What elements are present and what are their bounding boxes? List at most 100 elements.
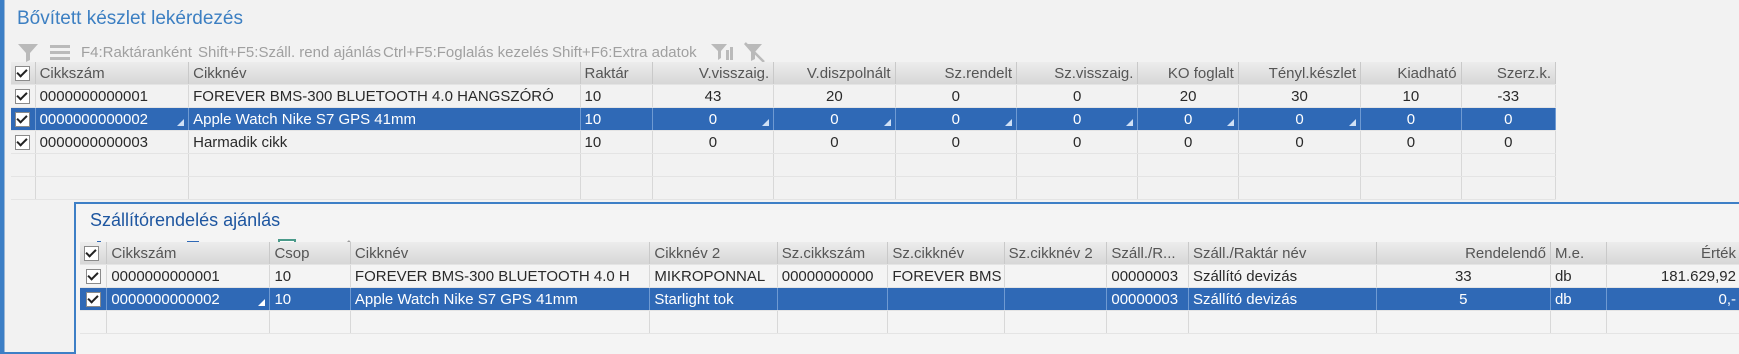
col-v-confirmed[interactable]: V.visszaig. — [652, 62, 775, 85]
cell-supplier-code: 00000003 — [1106, 287, 1189, 311]
stock-grid: Cikkszám Cikknév Raktár V.visszaig. V.di… — [11, 62, 1557, 200]
cell-supplier-name: Szállító devizás — [1188, 264, 1377, 288]
cell-value: 20 — [773, 84, 896, 108]
cell-supplier-item-name — [887, 287, 1005, 311]
cell-item-code: 0000000000003 — [35, 130, 190, 154]
cell-value: 30 — [1238, 84, 1362, 108]
col-group[interactable]: Csop — [269, 242, 351, 265]
col-unit[interactable]: M.e. — [1550, 242, 1607, 265]
col-ko-reserved[interactable]: KO foglalt — [1137, 62, 1239, 85]
cell-supplier-code: 00000003 — [1106, 264, 1189, 288]
cell-value: 0 — [773, 130, 896, 154]
cell-value: 0 — [1360, 130, 1462, 154]
table-row-selected[interactable]: 0000000000002 10 Apple Watch Nike S7 GPS… — [80, 287, 1739, 311]
cell-group: 10 — [269, 287, 351, 311]
cell-supplier-item-code — [777, 287, 889, 311]
cell-value: 0 — [1360, 107, 1462, 131]
row-checkbox[interactable] — [80, 264, 108, 288]
cell-to-order[interactable]: 5 — [1376, 287, 1551, 311]
col-supplier-item-name-2[interactable]: Sz.cikknév 2 — [1004, 242, 1108, 265]
row-checkbox[interactable] — [11, 107, 36, 131]
select-all-checkbox[interactable] — [11, 62, 36, 85]
row-checkbox[interactable] — [11, 84, 36, 108]
cell-group: 10 — [269, 264, 351, 288]
cell-item-name: Apple Watch Nike S7 GPS 41mm — [188, 107, 581, 131]
suggestion-grid: Cikkszám Csop Cikknév Cikknév 2 Sz.cikks… — [80, 242, 1739, 334]
reservation-handling-button[interactable]: Ctrl+F5:Foglalás kezelés — [383, 44, 548, 61]
cell-value: 10 — [1360, 84, 1462, 108]
dropdown-indicator-icon — [177, 119, 185, 126]
cell-value: 0 — [1016, 130, 1139, 154]
supplier-order-suggestion-button[interactable]: Shift+F5:Száll. rend ajánlás — [198, 44, 381, 61]
cell-value: 0 — [1137, 107, 1239, 131]
dropdown-indicator-icon — [1126, 119, 1134, 126]
table-row-selected[interactable]: 0000000000002 Apple Watch Nike S7 GPS 41… — [11, 107, 1557, 131]
cell-value: 0 — [895, 84, 1018, 108]
dropdown-indicator-icon — [1226, 119, 1234, 126]
cell-supplier-name: Szállító devizás — [1188, 287, 1377, 311]
dropdown-indicator-icon — [1005, 119, 1013, 126]
col-item-code[interactable]: Cikkszám — [35, 62, 190, 85]
dialog-title: Szállítórendelés ajánlás — [90, 210, 281, 230]
col-supplier-name[interactable]: Száll./Raktár név — [1188, 242, 1377, 265]
col-supplier-item-code[interactable]: Sz.cikkszám — [777, 242, 889, 265]
per-warehouse-button[interactable]: F4:Raktáranként — [81, 44, 192, 61]
cell-unit: db — [1550, 287, 1607, 311]
cell-value: 0 — [1238, 107, 1362, 131]
table-row[interactable]: 0000000000001 10 FOREVER BMS-300 BLUETOO… — [80, 264, 1739, 288]
supplier-order-dialog: Szállítórendelés ajánlás Cikkszám Csop C… — [74, 202, 1739, 354]
col-supplier-code[interactable]: Száll./R... — [1106, 242, 1189, 265]
list-icon[interactable] — [47, 40, 73, 64]
window-title: Bővített készlet lekérdezés — [17, 8, 243, 29]
cell-value: 0 — [1016, 107, 1139, 131]
col-contract[interactable]: Szerz.k. — [1461, 62, 1557, 85]
col-item-name[interactable]: Cikknév — [188, 62, 581, 85]
filter-clear-icon[interactable] — [741, 40, 767, 64]
dropdown-indicator-icon — [1349, 119, 1357, 126]
empty-row — [80, 310, 1739, 334]
col-available[interactable]: Kiadható — [1360, 62, 1462, 85]
col-warehouse[interactable]: Raktár — [580, 62, 653, 85]
cell-value: 0 — [895, 130, 1018, 154]
cell-item-name: FOREVER BMS-300 BLUETOOTH 4.0 H — [350, 264, 651, 288]
cell-supplier-item-code: 00000000000 — [777, 264, 889, 288]
cell-warehouse: 10 — [580, 130, 653, 154]
col-supplier-item-name[interactable]: Sz.cikknév — [887, 242, 1005, 265]
extra-data-button[interactable]: Shift+F6:Extra adatok — [552, 44, 697, 61]
cell-value: 0 — [1461, 107, 1557, 131]
col-value[interactable]: Érték — [1606, 242, 1739, 265]
cell-value: 0,- — [1606, 287, 1739, 311]
cell-item-code[interactable]: 0000000000002 — [35, 107, 190, 131]
cell-item-name: Apple Watch Nike S7 GPS 41mm — [350, 287, 651, 311]
col-to-order[interactable]: Rendelendő — [1376, 242, 1551, 265]
col-v-dispatched[interactable]: V.diszpolnált — [773, 62, 896, 85]
empty-row — [11, 176, 1557, 200]
cell-value: 0 — [1016, 84, 1139, 108]
cell-supplier-item-name: FOREVER BMS — [887, 264, 1005, 288]
col-item-code[interactable]: Cikkszám — [106, 242, 271, 265]
filter-bars-icon[interactable] — [709, 40, 735, 64]
row-checkbox[interactable] — [11, 130, 36, 154]
table-row[interactable]: 0000000000003 Harmadik cikk 10 0 0 0 0 0… — [11, 130, 1557, 154]
cell-value: 181.629,92 — [1606, 264, 1739, 288]
col-sz-ordered[interactable]: Sz.rendelt — [895, 62, 1018, 85]
col-sz-confirmed[interactable]: Sz.visszaig. — [1016, 62, 1139, 85]
cell-value: 0 — [1137, 130, 1239, 154]
cell-to-order[interactable]: 33 — [1376, 264, 1551, 288]
cell-item-code[interactable]: 0000000000002 — [106, 287, 271, 311]
table-row[interactable]: 0000000000001 FOREVER BMS-300 BLUETOOTH … — [11, 84, 1557, 108]
col-item-name[interactable]: Cikknév — [350, 242, 651, 265]
cell-item-code: 0000000000001 — [106, 264, 271, 288]
col-actual-stock[interactable]: Tényl.készlet — [1238, 62, 1362, 85]
cell-warehouse: 10 — [580, 84, 653, 108]
cell-item-name: Harmadik cikk — [188, 130, 581, 154]
cell-item-code: 0000000000001 — [35, 84, 190, 108]
row-checkbox[interactable] — [80, 287, 108, 311]
cell-supplier-item-name-2 — [1004, 264, 1108, 288]
col-item-name-2[interactable]: Cikknév 2 — [649, 242, 778, 265]
dropdown-indicator-icon — [258, 299, 266, 306]
select-all-checkbox[interactable] — [80, 242, 108, 265]
cell-value: 0 — [1461, 130, 1557, 154]
dropdown-indicator-icon — [883, 119, 891, 126]
filter-icon[interactable] — [15, 40, 41, 64]
